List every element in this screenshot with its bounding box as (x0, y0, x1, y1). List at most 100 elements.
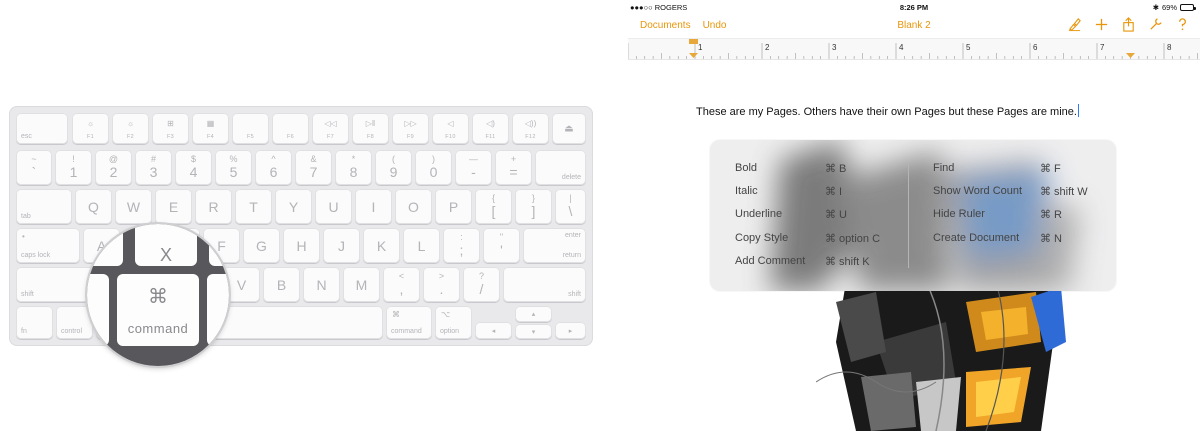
key-tab: tab (16, 189, 72, 224)
command-key-magnifier: X alt ⌘ command (87, 224, 229, 366)
key-arrow-up: ▴ (515, 306, 552, 322)
key-n: N (303, 267, 340, 302)
magnified-key-z (87, 224, 123, 266)
arrow-right-icon: ▸ (568, 327, 573, 335)
magnified-key-option: alt (87, 274, 109, 346)
key-equals: + = (495, 150, 532, 185)
key-w: W (115, 189, 152, 224)
brightness-down-icon: ☼ (86, 119, 95, 128)
key-y: Y (275, 189, 312, 224)
key-t: T (235, 189, 272, 224)
brightness-up-icon: ☼ (126, 119, 135, 128)
key-5: % 5 (215, 150, 252, 185)
arrow-up-icon: ▴ (531, 311, 536, 318)
key-k: K (363, 228, 400, 263)
shortcut-row: Add Comment ⌘ shift K (735, 254, 870, 268)
left-indent-marker-icon[interactable] (688, 39, 700, 61)
eject-icon: ⏏ (564, 123, 574, 134)
magnified-key-command: ⌘ command (117, 274, 199, 346)
key-q: Q (75, 189, 112, 224)
add-icon[interactable] (1094, 17, 1109, 32)
paintbrush-format-icon[interactable] (1067, 17, 1082, 32)
pages-app-screen: ●●●○○ ROGERS 8:26 PM ✱ 69% Documents Und… (628, 0, 1200, 431)
status-bar: ●●●○○ ROGERS 8:26 PM ✱ 69% (628, 0, 1200, 14)
key-j: J (323, 228, 360, 263)
key-right-command: ⌘ command (386, 306, 432, 339)
key-r: R (195, 189, 232, 224)
key-esc: esc (16, 113, 68, 144)
key-1: ! 1 (55, 150, 92, 185)
shortcut-row: Bold ⌘ B (735, 162, 847, 175)
key-fn: fn (16, 306, 53, 339)
share-icon[interactable] (1121, 17, 1136, 32)
key-4: $4 (175, 150, 212, 185)
magnified-key-c (209, 224, 229, 266)
arrow-down-icon: ▾ (531, 328, 536, 336)
key-f11: ◁) F11 (472, 113, 509, 144)
help-icon[interactable] (1175, 17, 1190, 32)
key-8: * 8 (335, 150, 372, 185)
shortcut-list-left: Bold ⌘ B Italic ⌘ I Underline ⌘ U Copy Styl… (735, 162, 880, 278)
shortcut-divider (908, 164, 909, 268)
key-arrow-left: ◂ (475, 322, 512, 339)
option-glyph-icon: ⌥ (441, 310, 451, 319)
magnified-key-x: X (135, 224, 197, 266)
key-comma: <, (383, 267, 420, 302)
volume-up-icon: ◁)) (524, 119, 537, 128)
key-right-option: ⌥ option (435, 306, 472, 339)
fast-forward-icon: ▷▷ (404, 119, 417, 128)
status-time: 8:26 PM (899, 3, 929, 12)
bluetooth-icon: ✱ (1152, 3, 1159, 12)
shortcut-row: Show Word Count ⌘ shift W (933, 185, 1088, 199)
shortcut-row: Find ⌘ F (933, 162, 1061, 175)
key-left-bracket: {[ (475, 189, 512, 224)
shortcut-row: Copy Style ⌘ option C (735, 231, 881, 245)
key-p: P (435, 189, 472, 224)
key-quote: " ' (483, 228, 520, 263)
key-6: ^ 6 (255, 150, 292, 185)
mute-icon: ◁ (447, 119, 454, 128)
key-f10: ◁ F10 (432, 113, 469, 144)
key-slash: ? / (463, 267, 500, 302)
key-right-bracket: }] (515, 189, 552, 224)
key-backtick: ~ ` (16, 150, 52, 185)
right-indent-marker-icon[interactable] (1125, 39, 1137, 61)
key-e: E (155, 189, 192, 224)
keyboard-shortcuts-overlay: Bold ⌘ B Italic ⌘ I Underline ⌘ U Copy Styl… (710, 140, 1116, 291)
ruler-ticks (628, 43, 1198, 59)
key-period: >. (423, 267, 460, 302)
key-delete: delete (535, 150, 586, 185)
key-f4: ▦ F4 (192, 113, 229, 144)
key-f9: ▷▷ F9 (392, 113, 429, 144)
key-f2: ☼ F2 (112, 113, 149, 144)
battery-icon (1180, 4, 1196, 11)
key-arrow-down: ▾ (515, 324, 552, 339)
arrow-left-icon: ◂ (491, 327, 496, 335)
key-l: L (403, 228, 440, 263)
shortcut-row: Italic ⌘ I (735, 185, 843, 199)
key-right-shift: shift (503, 267, 586, 302)
key-semicolon: :; (443, 228, 480, 263)
mission-control-icon: ⊞ (167, 119, 174, 128)
document-body[interactable]: These are my Pages. Others have their ow… (696, 104, 1080, 118)
key-minus: — - (455, 150, 492, 185)
launchpad-icon: ▦ (206, 119, 215, 128)
key-caps-lock: • caps lock (16, 228, 80, 263)
key-g: G (243, 228, 280, 263)
toolbar: Documents Undo Blank 2 (628, 14, 1200, 38)
battery-status: ✱ 69% (1152, 3, 1196, 12)
key-7: & 7 (295, 150, 332, 185)
wrench-icon[interactable] (1148, 17, 1163, 32)
ruler[interactable]: 1 2 3 4 5 6 7 8 (628, 38, 1200, 60)
key-f5: F5 (232, 113, 269, 144)
key-backslash: | \ (555, 189, 586, 224)
key-2: @2 (95, 150, 132, 185)
key-f1: ☼ F1 (72, 113, 109, 144)
key-3: #3 (135, 150, 172, 185)
key-f3: ⊞ F3 (152, 113, 189, 144)
key-o: O (395, 189, 432, 224)
key-u: U (315, 189, 352, 224)
document-paragraph[interactable]: These are my Pages. Others have their ow… (696, 106, 1077, 118)
key-9: (9 (375, 150, 412, 185)
play-pause-icon: ▷‖ (365, 119, 376, 128)
